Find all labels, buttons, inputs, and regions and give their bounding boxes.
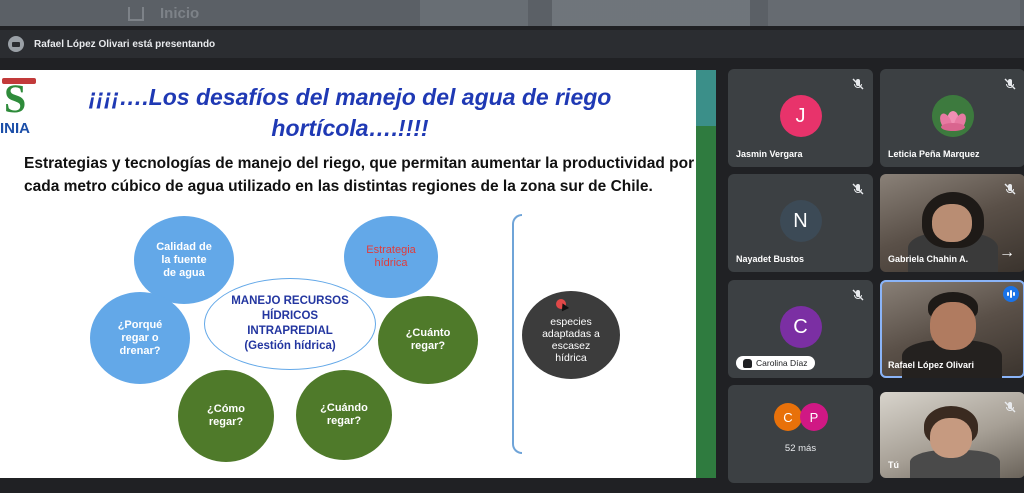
more-participants-avatars: C P — [774, 403, 828, 431]
mic-off-icon — [1003, 400, 1017, 414]
mic-off-icon — [851, 288, 865, 302]
node-especies: especies adaptadas a escasez hídrica — [522, 291, 620, 379]
participant-tile-jasmin[interactable]: J Jasmin Vergara — [728, 69, 873, 167]
participant-name: Leticia Peña Marquez — [888, 149, 980, 159]
center-node: MANEJO RECURSOS HÍDRICOS INTRAPREDIAL (G… — [204, 278, 376, 370]
participant-name: Tú — [888, 460, 899, 470]
participant-tile-nayadet[interactable]: N Nayadet Bustos — [728, 174, 873, 272]
more-participants-count: 52 más — [784, 443, 817, 454]
avatar: J — [779, 95, 822, 137]
node-porque-label: ¿Porqué regar o drenar? — [117, 318, 163, 357]
center-node-text: MANEJO RECURSOS HÍDRICOS INTRAPREDIAL (G… — [231, 295, 349, 352]
node-cuando-label: ¿Cuándo regar? — [320, 402, 368, 427]
home-icon — [128, 6, 144, 21]
laser-pointer-icon — [556, 299, 566, 309]
avatar: C — [779, 306, 822, 348]
slide-title: ¡¡¡¡….Los desafíos del manejo del agua d… — [40, 82, 660, 144]
faint-home-area: Inicio — [128, 5, 199, 22]
slide-title-line2: hortícola….!!!! — [271, 115, 429, 141]
slide-subtitle: Estrategias y tecnologías de manejo del … — [24, 155, 695, 195]
slide-bracket — [512, 214, 522, 454]
participant-name: Rafael López Olivari — [888, 360, 975, 370]
background-browser-strip: Inicio — [0, 0, 1024, 26]
shared-slide: S INIA ¡¡¡¡….Los desafíos del manejo del… — [0, 70, 716, 478]
node-estrategia: Estrategia hídrica — [344, 216, 438, 298]
inia-logo-text: INIA — [0, 120, 30, 137]
mic-off-icon — [851, 77, 865, 91]
slide-title-line1: ¡¡¡¡….Los desafíos del manejo del agua d… — [88, 84, 612, 110]
node-como-label: ¿Cómo regar? — [207, 403, 245, 428]
participant-name: Carolina Díaz — [756, 358, 808, 368]
lotus-flower-avatar-icon — [931, 95, 974, 137]
faint-home-label: Inicio — [160, 5, 200, 22]
presenter-text: Rafael López Olivari está presentando — [34, 38, 216, 50]
presenter-bar: Rafael López Olivari está presentando — [0, 30, 1024, 58]
node-calidad-label: Calidad de la fuente de agua — [156, 240, 212, 279]
node-porque: ¿Porqué regar o drenar? — [90, 292, 190, 384]
slide-side-bar-accent — [696, 70, 716, 126]
more-participants-tile[interactable]: C P 52 más — [728, 385, 873, 483]
video-person-face — [932, 204, 972, 242]
speaking-indicator-icon — [1003, 286, 1019, 302]
hand-raised-icon — [743, 358, 752, 368]
participant-tile-rafael[interactable]: Rafael López Olivari — [880, 280, 1024, 378]
faint-background-content — [420, 0, 1020, 26]
node-cuando: ¿Cuándo regar? — [296, 370, 392, 460]
video-person-face — [930, 302, 976, 350]
mic-off-icon — [1003, 77, 1017, 91]
participant-name: Gabriela Chahin A. — [888, 254, 969, 264]
node-como: ¿Cómo regar? — [178, 370, 274, 462]
node-calidad: Calidad de la fuente de agua — [134, 216, 234, 304]
avatar: N — [779, 200, 822, 242]
participant-tile-carolina[interactable]: C Carolina Díaz — [728, 280, 873, 378]
node-especies-label: especies adaptadas a escasez hídrica — [542, 316, 600, 364]
mic-off-icon — [1003, 182, 1017, 196]
node-cuanto-label: ¿Cuánto regar? — [405, 327, 451, 352]
hand-raised-chip: Carolina Díaz — [736, 356, 815, 370]
participant-tile-leticia[interactable]: Leticia Peña Marquez — [880, 69, 1024, 167]
mic-off-icon — [851, 182, 865, 196]
inia-logo: S INIA — [0, 76, 40, 138]
participant-name: Jasmin Vergara — [736, 149, 803, 159]
participant-name: Nayadet Bustos — [736, 254, 805, 264]
avatar: C — [774, 403, 802, 431]
slide-side-bar — [696, 70, 716, 478]
inia-logo-mark: S — [2, 78, 36, 119]
participant-tile-gabriela[interactable]: → Gabriela Chahin A. — [880, 174, 1024, 272]
node-cuanto: ¿Cuánto regar? — [378, 296, 478, 384]
avatar: P — [800, 403, 828, 431]
arrow-right-icon[interactable]: → — [999, 244, 1015, 262]
self-view-tile[interactable]: Tú — [880, 392, 1024, 478]
video-person-face — [930, 418, 972, 458]
presentation-icon — [8, 36, 24, 52]
node-estrategia-label: Estrategia hídrica — [366, 244, 416, 269]
